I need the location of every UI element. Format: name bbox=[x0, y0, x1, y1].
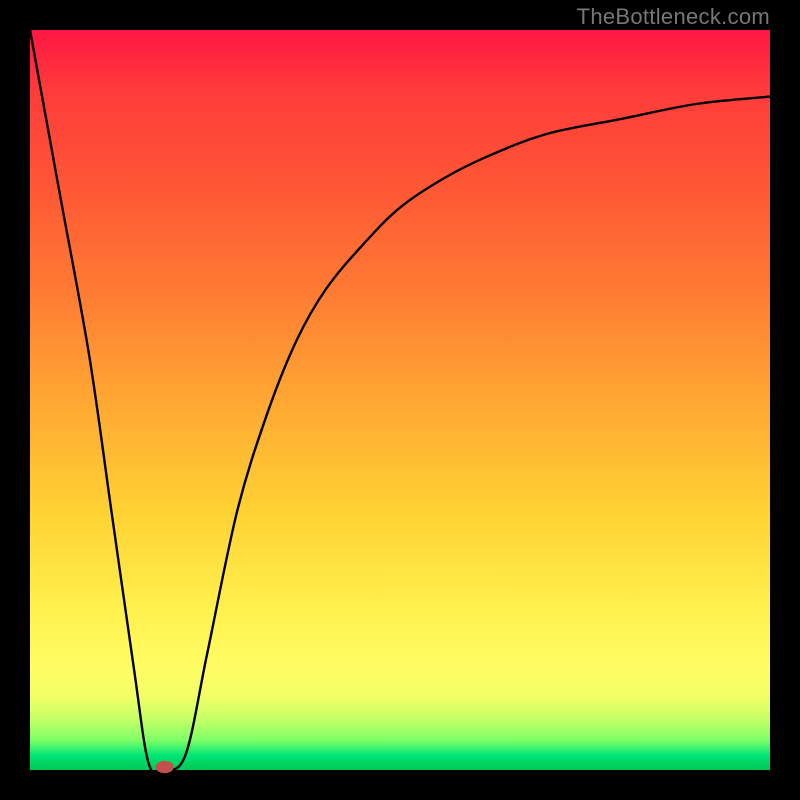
plot-area bbox=[30, 30, 770, 770]
curve-marker bbox=[156, 761, 174, 773]
watermark-text: TheBottleneck.com bbox=[577, 4, 770, 30]
chart-svg bbox=[30, 30, 770, 770]
curve-line bbox=[30, 30, 770, 773]
chart-frame: TheBottleneck.com bbox=[0, 0, 800, 800]
